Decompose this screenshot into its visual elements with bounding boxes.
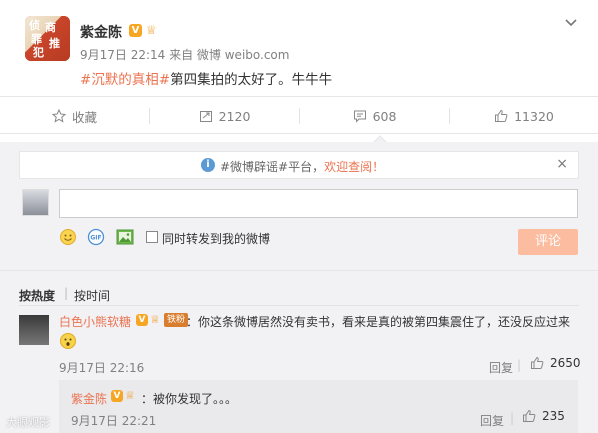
reply-like-count: 235	[542, 409, 565, 423]
commenter-avatar[interactable]	[19, 315, 49, 345]
emoji-icon[interactable]	[59, 228, 77, 246]
sort-separator: |	[64, 286, 69, 300]
my-avatar[interactable]	[22, 189, 49, 216]
fan-badge: 铁粉	[164, 313, 189, 327]
gif-icon[interactable]: GIF	[87, 228, 105, 246]
notice-link[interactable]: 欢迎查阅！	[324, 160, 384, 174]
repost-checkbox-label[interactable]: 同时转发到我的微博	[162, 230, 270, 247]
reply-reply-button[interactable]: 回复	[480, 412, 504, 429]
comment-submit-button[interactable]: 评论	[518, 229, 578, 255]
reply-text: ：被你发现了。。。	[141, 392, 238, 406]
like-count: 11320	[514, 108, 554, 124]
crown-icon: ♕	[125, 389, 135, 402]
crown-icon: ♕	[150, 313, 160, 326]
comment-time: 9月17日 22:16	[59, 361, 145, 375]
favorite-label: 收藏	[71, 109, 97, 125]
comment-icon	[353, 110, 366, 123]
comment-button[interactable]: 608	[300, 97, 449, 135]
author-name[interactable]: 紫金陈	[80, 22, 122, 42]
chevron-down-icon[interactable]	[564, 15, 580, 31]
author-avatar[interactable]: 侦 商 罪 推 犯	[25, 16, 70, 61]
comment-like-count: 2650	[550, 356, 581, 370]
reply-time: 9月17日 22:21	[71, 414, 157, 428]
post-action-bar: 收藏 2120 608 11320	[0, 96, 598, 134]
crown-icon: ♕	[146, 23, 157, 37]
repost-count: 2120	[218, 108, 251, 124]
hashtag-link[interactable]: #沉默的真相#	[80, 72, 170, 88]
repost-checkbox[interactable]	[146, 231, 158, 243]
comment-input[interactable]	[59, 189, 578, 218]
comment-count: 608	[372, 108, 397, 124]
verified-icon: V	[136, 314, 148, 326]
surprised-emoji-icon	[60, 333, 76, 349]
close-icon[interactable]: ×	[556, 156, 568, 172]
rumor-notice: i #微博辟谣#平台，欢迎查阅！ ×	[19, 151, 579, 179]
repost-button[interactable]: 2120	[150, 97, 299, 135]
post-meta: 9月17日 22:14 来自 微博 weibo.com	[80, 48, 290, 62]
comment-text: ：你这条微博居然没有卖书，看来是真的被第四集震住了，还没反应过来	[186, 315, 571, 329]
like-button[interactable]: 11320	[450, 97, 598, 135]
reply-author[interactable]: 紫金陈	[71, 390, 107, 407]
repost-icon	[199, 111, 212, 122]
post-body: #沉默的真相#第四集拍的太好了。牛牛牛	[80, 68, 332, 88]
comment-reply-button[interactable]: 回复	[489, 359, 513, 376]
verified-icon: V	[111, 390, 123, 402]
verified-icon: V	[129, 24, 142, 37]
reply-action-separator: |	[510, 411, 515, 425]
star-icon	[51, 109, 66, 123]
post-text: 第四集拍的太好了。牛牛牛	[170, 72, 333, 88]
favorite-button[interactable]: 收藏	[0, 97, 149, 135]
composer-divider	[0, 270, 598, 271]
svg-text:GIF: GIF	[90, 235, 101, 242]
comment-like-button[interactable]: 2650	[530, 356, 581, 370]
notice-tag: #微博辟谣#平台，	[220, 160, 325, 174]
info-icon: i	[201, 158, 215, 172]
thumbs-up-icon	[523, 409, 536, 422]
commenter-name[interactable]: 白色小熊软糖	[59, 313, 131, 330]
sort-by-time[interactable]: 按时间	[74, 287, 110, 304]
reply-like-button[interactable]: 235	[522, 409, 565, 423]
sort-divider	[19, 305, 579, 306]
comment-action-separator: |	[517, 358, 522, 372]
image-icon[interactable]	[116, 228, 134, 246]
watermark: 大眼观影	[6, 416, 50, 429]
thumbs-up-icon	[531, 356, 544, 369]
thumbs-up-icon	[495, 109, 508, 122]
sort-by-hot[interactable]: 按热度	[19, 287, 55, 304]
